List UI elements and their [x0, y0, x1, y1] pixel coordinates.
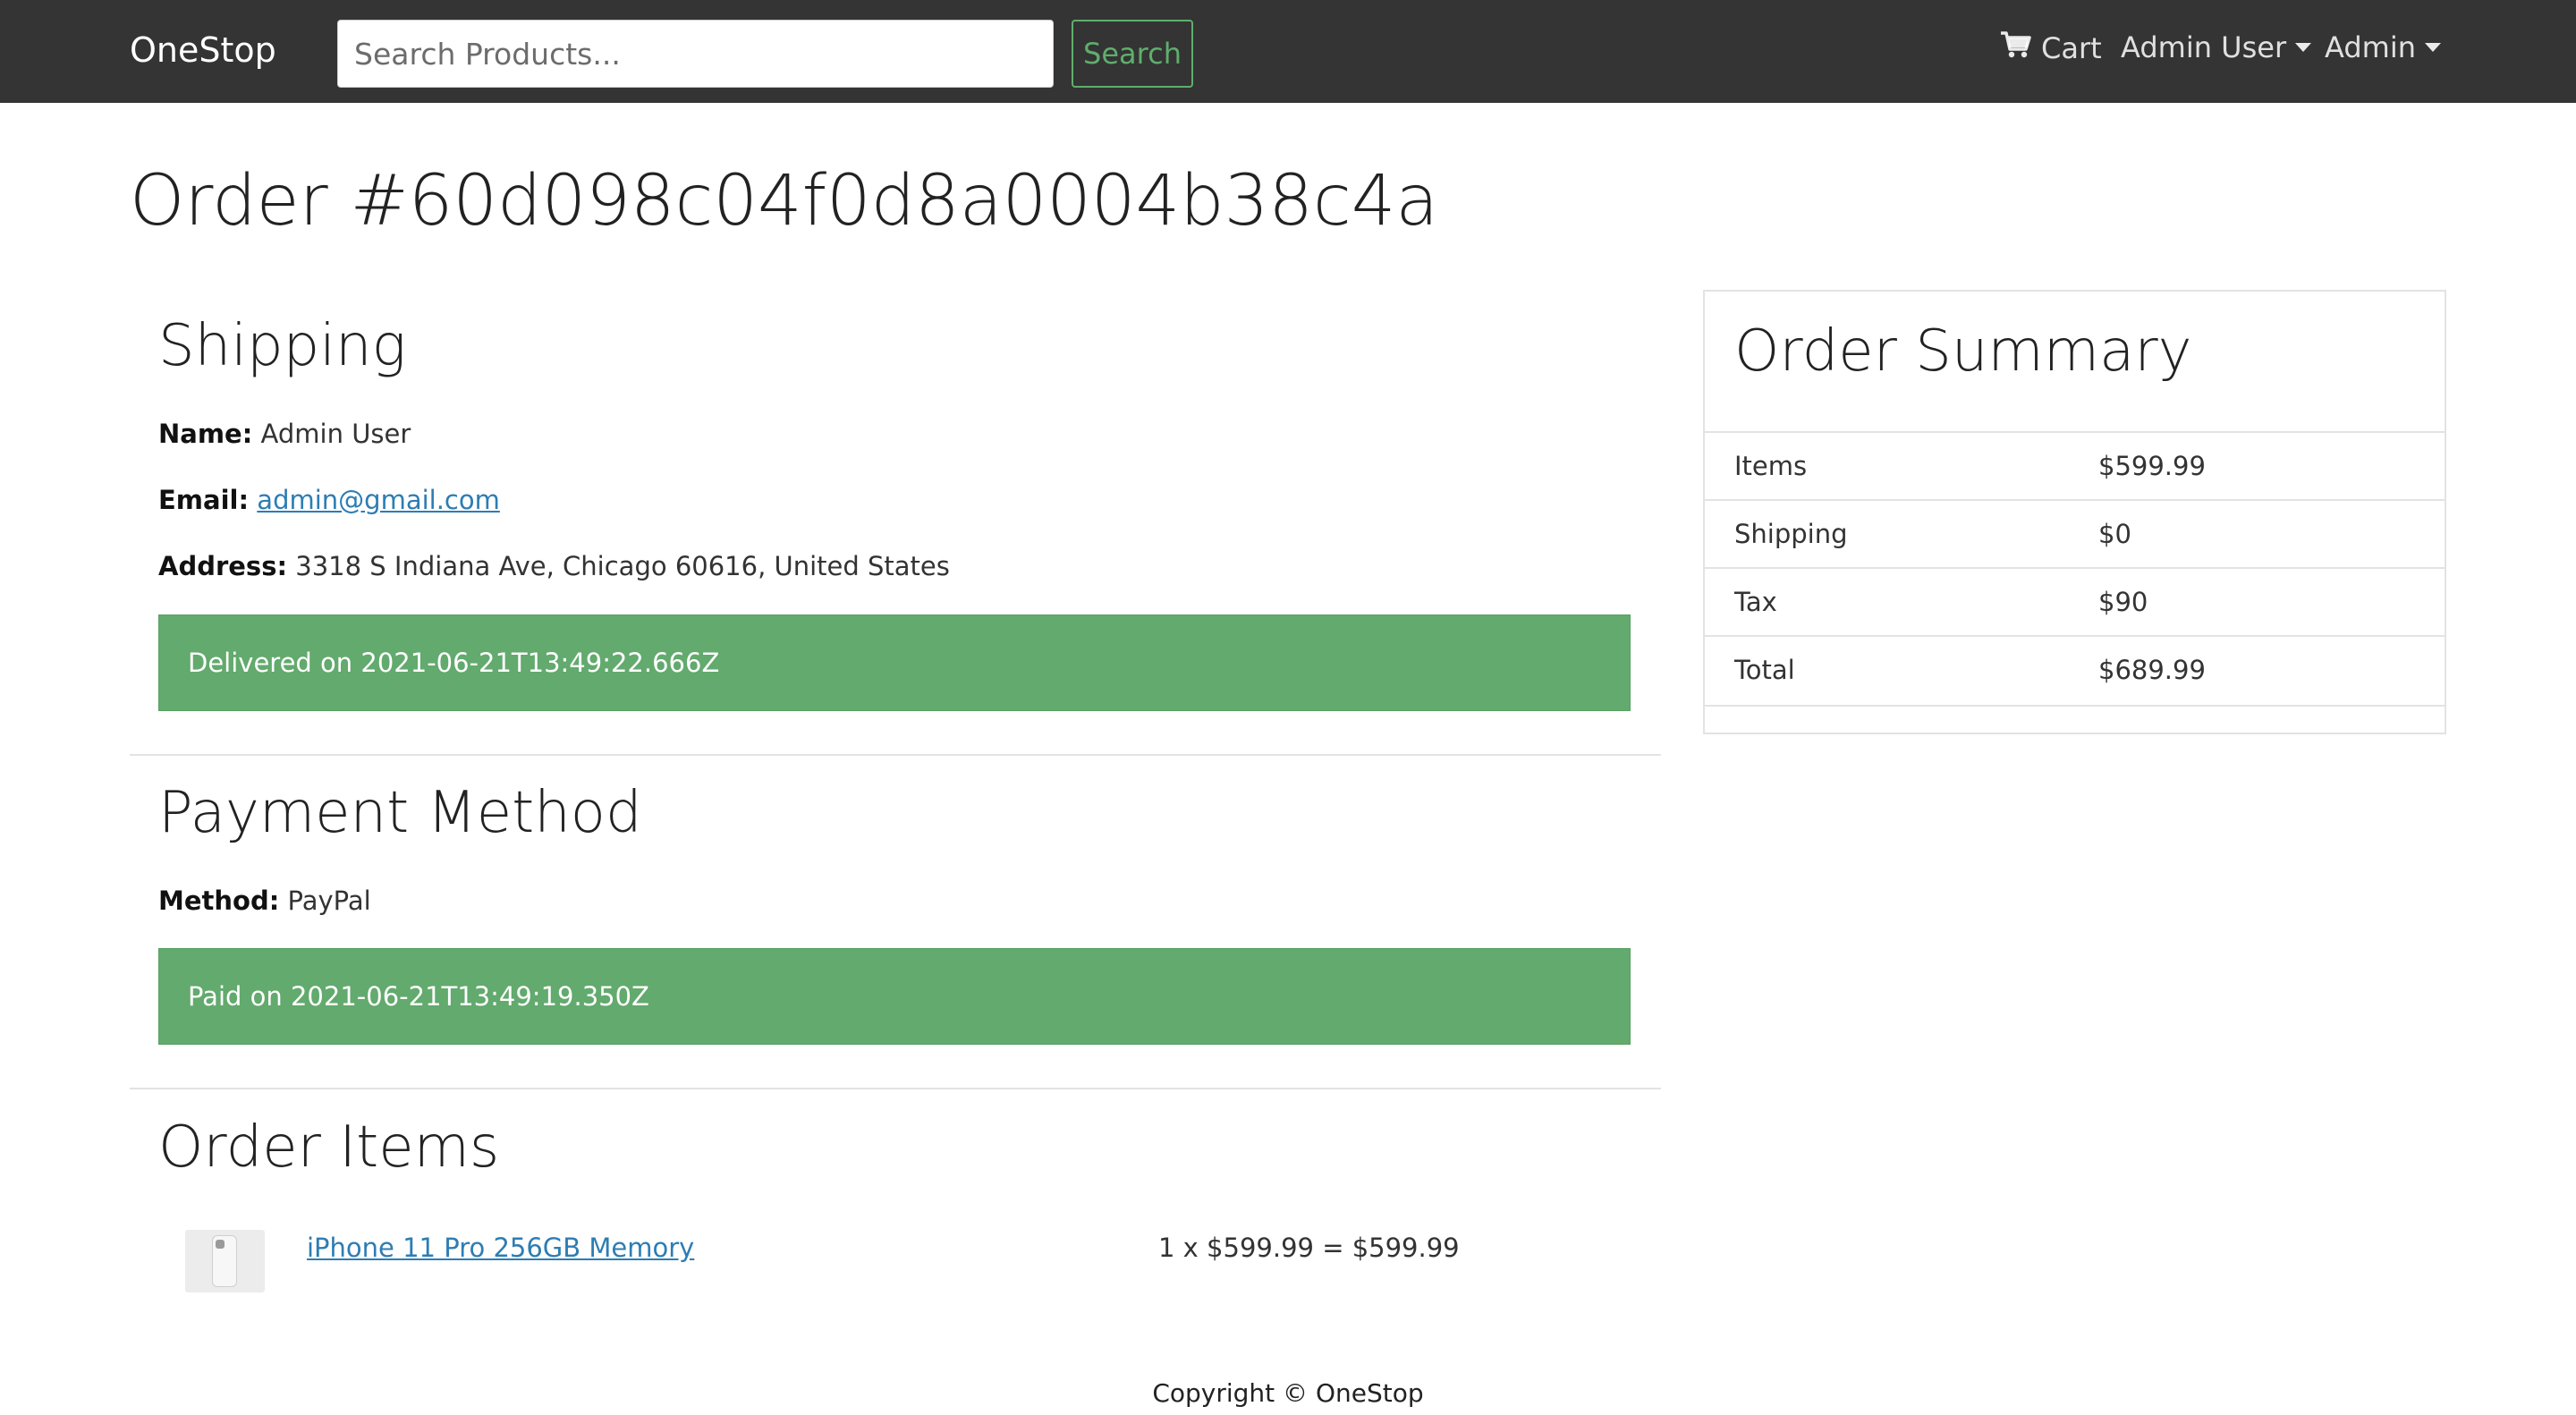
summary-row-shipping: Shipping $0	[1705, 499, 2445, 567]
footer-copyright: Copyright © OneStop	[1152, 1378, 1424, 1408]
payment-heading: Payment Method	[158, 780, 642, 846]
chevron-down-icon	[2424, 43, 2441, 52]
email-label: Email:	[158, 485, 250, 515]
summary-row-total: Total $689.99	[1705, 635, 2445, 703]
cart-link[interactable]: Cart	[2000, 30, 2102, 66]
summary-value: $90	[2098, 587, 2148, 617]
summary-row-items: Items $599.99	[1705, 431, 2445, 499]
summary-label: Items	[1734, 451, 1808, 481]
shipping-address: 3318 S Indiana Ave, Chicago 60616, Unite…	[295, 551, 950, 581]
admin-menu-label: Admin	[2325, 30, 2416, 64]
order-item-price-calc: 1 x $599.99 = $599.99	[1158, 1233, 1460, 1263]
summary-label: Shipping	[1734, 519, 1848, 549]
user-menu-dropdown[interactable]: Admin User	[2121, 30, 2312, 64]
user-menu-label: Admin User	[2121, 30, 2287, 64]
summary-value: $599.99	[2098, 451, 2206, 481]
brand-logo[interactable]: OneStop	[130, 30, 276, 70]
cart-icon	[2000, 30, 2032, 66]
method-label: Method:	[158, 885, 280, 916]
summary-bottom-divider	[1705, 705, 2445, 707]
email-link[interactable]: admin@gmail.com	[257, 485, 500, 515]
payment-method-line: Method: PayPal	[158, 885, 371, 916]
order-items-heading: Order Items	[158, 1114, 500, 1181]
order-item-link[interactable]: iPhone 11 Pro 256GB Memory	[307, 1233, 694, 1263]
top-navbar: OneStop Search Cart Admin User Admin	[0, 0, 2576, 103]
summary-label: Total	[1734, 655, 1795, 685]
phone-image	[212, 1235, 237, 1287]
summary-label: Tax	[1734, 587, 1777, 617]
shipping-name: Admin User	[260, 419, 411, 449]
shipping-address-line: Address: 3318 S Indiana Ave, Chicago 606…	[158, 551, 950, 581]
order-summary-heading: Order Summary	[1734, 318, 2192, 385]
summary-row-tax: Tax $90	[1705, 567, 2445, 635]
summary-value: $0	[2098, 519, 2131, 549]
camera-module	[216, 1240, 225, 1249]
product-thumbnail	[185, 1230, 265, 1292]
search-input[interactable]	[337, 20, 1054, 88]
section-divider	[130, 1088, 1661, 1089]
shipping-heading: Shipping	[158, 313, 406, 379]
name-label: Name:	[158, 419, 253, 449]
cart-label: Cart	[2041, 31, 2102, 65]
search-button[interactable]: Search	[1072, 20, 1193, 88]
summary-value: $689.99	[2098, 655, 2206, 685]
payment-method: PayPal	[287, 885, 371, 916]
delivered-status-alert: Delivered on 2021-06-21T13:49:22.666Z	[158, 614, 1631, 711]
page-title: Order #60d098c04f0d8a0004b38c4a	[130, 161, 1439, 241]
paid-status-alert: Paid on 2021-06-21T13:49:19.350Z	[158, 948, 1631, 1045]
address-label: Address:	[158, 551, 288, 581]
section-divider	[130, 754, 1661, 756]
admin-menu-dropdown[interactable]: Admin	[2325, 30, 2441, 64]
order-summary-card: Order Summary Items $599.99 Shipping $0 …	[1703, 290, 2446, 734]
shipping-name-line: Name: Admin User	[158, 419, 411, 449]
chevron-down-icon	[2295, 43, 2312, 52]
shipping-email-line: Email: admin@gmail.com	[158, 485, 500, 515]
